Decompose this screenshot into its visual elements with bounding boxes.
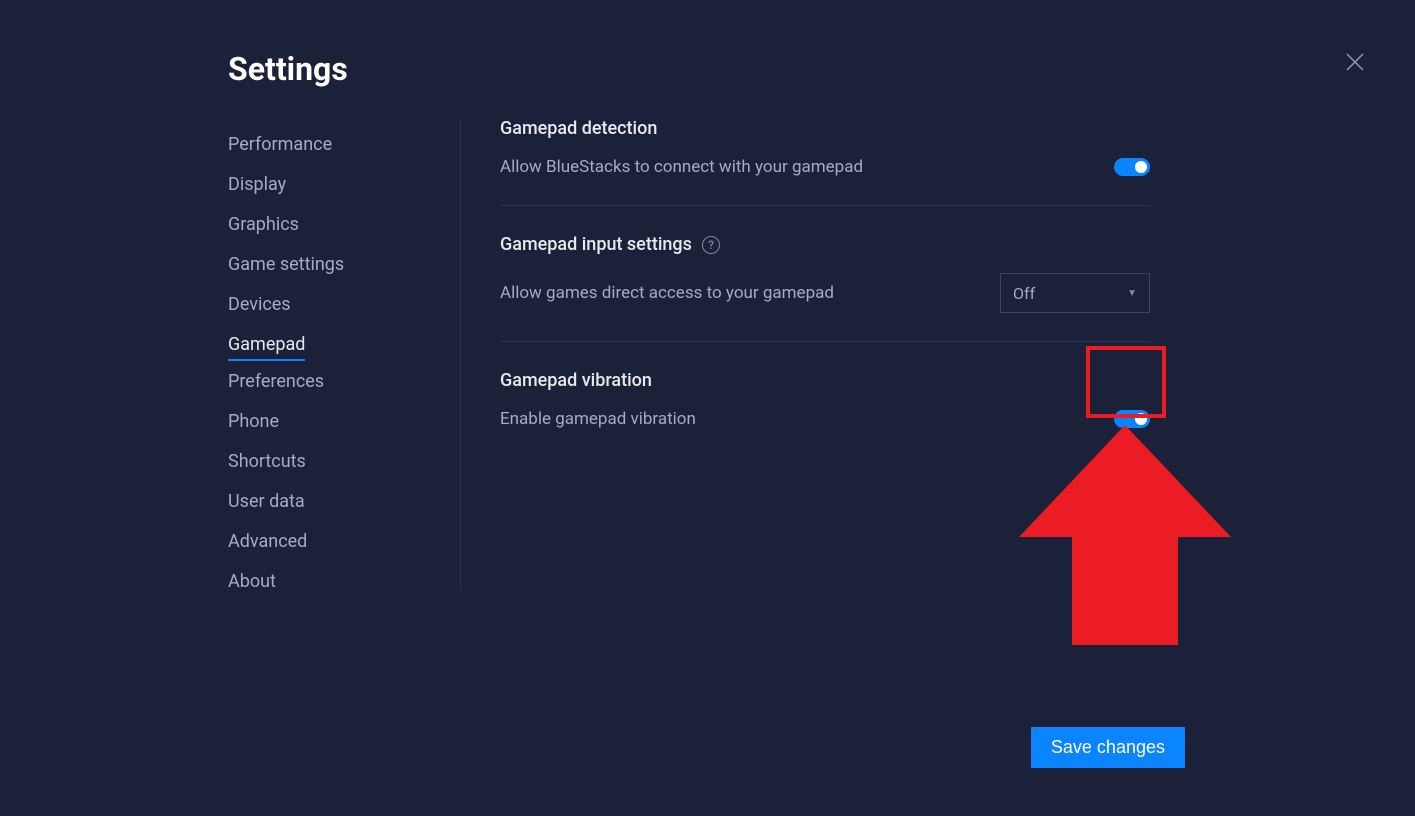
- close-icon: [1345, 52, 1365, 72]
- input-select-value: Off: [1013, 284, 1035, 303]
- vibration-toggle[interactable]: [1114, 410, 1150, 428]
- section-gamepad-vibration: Gamepad vibration Enable gamepad vibrati…: [500, 370, 1150, 457]
- vibration-desc: Enable gamepad vibration: [500, 409, 696, 429]
- toggle-knob: [1135, 413, 1147, 425]
- page-title: Settings: [228, 50, 348, 88]
- toggle-knob: [1135, 161, 1147, 173]
- save-button[interactable]: Save changes: [1031, 727, 1185, 768]
- sidebar-item-devices[interactable]: Devices: [228, 285, 291, 324]
- section-gamepad-input: Gamepad input settings ? Allow games dir…: [500, 234, 1150, 342]
- input-desc: Allow games direct access to your gamepa…: [500, 283, 834, 303]
- sidebar-item-advanced[interactable]: Advanced: [228, 522, 307, 561]
- sidebar-item-phone[interactable]: Phone: [228, 402, 279, 441]
- sidebar-item-about[interactable]: About: [228, 562, 276, 601]
- sidebar-item-preferences[interactable]: Preferences: [228, 362, 324, 401]
- input-select[interactable]: Off ▼: [1000, 273, 1150, 313]
- section-title-input: Gamepad input settings: [500, 234, 692, 255]
- sidebar: Performance Display Graphics Game settin…: [228, 125, 428, 602]
- sidebar-item-display[interactable]: Display: [228, 165, 286, 204]
- section-title-vibration: Gamepad vibration: [500, 370, 652, 391]
- detection-desc: Allow BlueStacks to connect with your ga…: [500, 157, 863, 177]
- main-panel: Gamepad detection Allow BlueStacks to co…: [500, 118, 1150, 485]
- sidebar-item-shortcuts[interactable]: Shortcuts: [228, 442, 306, 481]
- section-title-detection: Gamepad detection: [500, 118, 657, 139]
- sidebar-item-performance[interactable]: Performance: [228, 125, 332, 164]
- sidebar-item-game-settings[interactable]: Game settings: [228, 245, 344, 284]
- vertical-divider: [460, 120, 461, 590]
- help-icon[interactable]: ?: [702, 236, 720, 254]
- sidebar-item-user-data[interactable]: User data: [228, 482, 305, 521]
- sidebar-item-graphics[interactable]: Graphics: [228, 205, 299, 244]
- close-button[interactable]: [1345, 52, 1365, 72]
- chevron-down-icon: ▼: [1127, 288, 1137, 299]
- sidebar-item-gamepad[interactable]: Gamepad: [228, 325, 305, 361]
- detection-toggle[interactable]: [1114, 158, 1150, 176]
- section-gamepad-detection: Gamepad detection Allow BlueStacks to co…: [500, 118, 1150, 206]
